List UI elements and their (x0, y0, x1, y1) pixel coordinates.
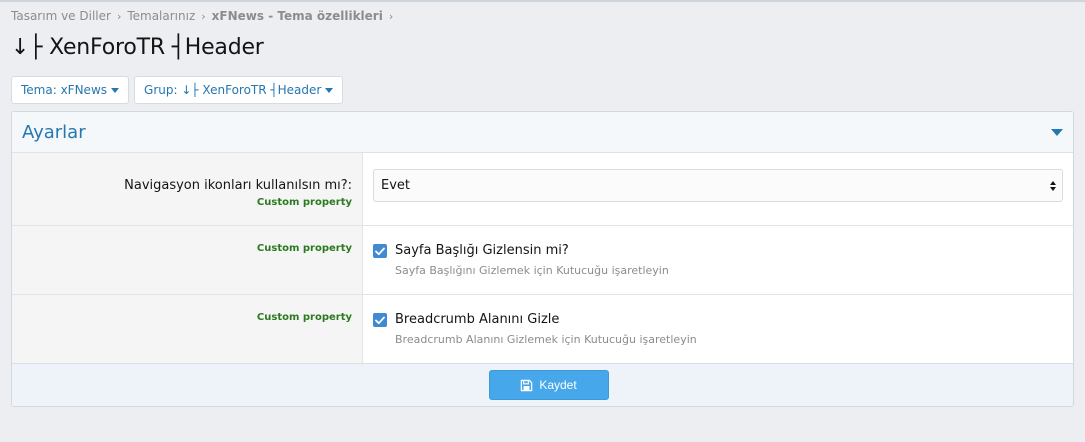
theme-filter-label: Tema: xFNews (21, 83, 108, 97)
setting-label-cell: Custom property (12, 226, 363, 294)
navigation-icons-label: Navigasyon ikonları kullanılsın mı?: (124, 178, 352, 193)
group-filter-label: Grup: ↓├ XenForoTR ┤Header (144, 83, 322, 97)
save-button[interactable]: Kaydet (488, 370, 609, 400)
save-disk-icon (521, 379, 533, 391)
select-value: Evet (381, 178, 411, 193)
collapse-toggle-icon[interactable] (1051, 128, 1063, 136)
hide-page-title-option[interactable]: Sayfa Başlığı Gizlensin mi? Sayfa Başlığ… (373, 226, 1063, 279)
hide-breadcrumb-hint: Breadcrumb Alanını Gizlemek için Kutucuğ… (395, 333, 697, 346)
checkbox-checked-icon[interactable] (373, 313, 387, 327)
navigation-icons-select[interactable]: Evet (373, 169, 1063, 202)
top-border (0, 0, 1085, 2)
block-header[interactable]: Ayarlar (12, 112, 1073, 153)
breadcrumb-item-theme-properties[interactable]: xFNews - Tema özellikleri (212, 9, 383, 23)
settings-block: Ayarlar Navigasyon ikonları kullanılsın … (11, 111, 1074, 407)
custom-property-tag: Custom property (256, 243, 352, 254)
select-arrows-icon (1050, 180, 1056, 191)
caret-down-icon (111, 87, 120, 93)
setting-label-cell: Custom property (12, 295, 363, 364)
save-button-label: Kaydet (539, 378, 577, 392)
custom-property-tag: Custom property (256, 197, 352, 208)
hide-page-title-hint: Sayfa Başlığını Gizlemek için Kutucuğu i… (395, 264, 669, 277)
block-title: Ayarlar (22, 121, 86, 143)
option-text: Breadcrumb Alanını Gizle Breadcrumb Alan… (395, 311, 697, 348)
block-footer: Kaydet (12, 363, 1073, 406)
settings-rows: Navigasyon ikonları kullanılsın mı?: Cus… (12, 153, 1073, 364)
page-title: ↓├ XenForoTR ┤Header (11, 35, 264, 60)
breadcrumb: Tasarım ve Diller › Temalarınız › xFNews… (11, 9, 399, 23)
setting-row: Navigasyon ikonları kullanılsın mı?: Cus… (12, 153, 1073, 226)
custom-property-tag: Custom property (256, 312, 352, 323)
theme-filter-button[interactable]: Tema: xFNews (11, 76, 130, 104)
option-text: Sayfa Başlığı Gizlensin mi? Sayfa Başlığ… (395, 242, 669, 279)
chevron-right-icon: › (201, 9, 206, 23)
breadcrumb-item-styles[interactable]: Tasarım ve Diller (11, 9, 111, 23)
filter-buttons: Tema: xFNews Grup: ↓├ XenForoTR ┤Header (11, 76, 344, 104)
chevron-right-icon: › (388, 9, 394, 23)
hide-breadcrumb-label: Breadcrumb Alanını Gizle (395, 312, 560, 327)
hide-breadcrumb-option[interactable]: Breadcrumb Alanını Gizle Breadcrumb Alan… (373, 295, 1063, 348)
setting-row: Custom property Breadcrumb Alanını Gizle… (12, 295, 1073, 364)
caret-down-icon (325, 87, 334, 93)
setting-value-cell: Breadcrumb Alanını Gizle Breadcrumb Alan… (363, 295, 1073, 364)
setting-value-cell: Sayfa Başlığı Gizlensin mi? Sayfa Başlığ… (363, 226, 1073, 294)
breadcrumb-item-themes[interactable]: Temalarınız (127, 9, 195, 23)
setting-value-cell: Evet (363, 153, 1073, 225)
setting-row: Custom property Sayfa Başlığı Gizlensin … (12, 226, 1073, 295)
checkbox-checked-icon[interactable] (373, 244, 387, 258)
group-filter-button[interactable]: Grup: ↓├ XenForoTR ┤Header (134, 76, 344, 104)
chevron-right-icon: › (116, 9, 122, 23)
hide-page-title-label: Sayfa Başlığı Gizlensin mi? (395, 243, 569, 258)
setting-label-cell: Navigasyon ikonları kullanılsın mı?: Cus… (12, 153, 363, 225)
